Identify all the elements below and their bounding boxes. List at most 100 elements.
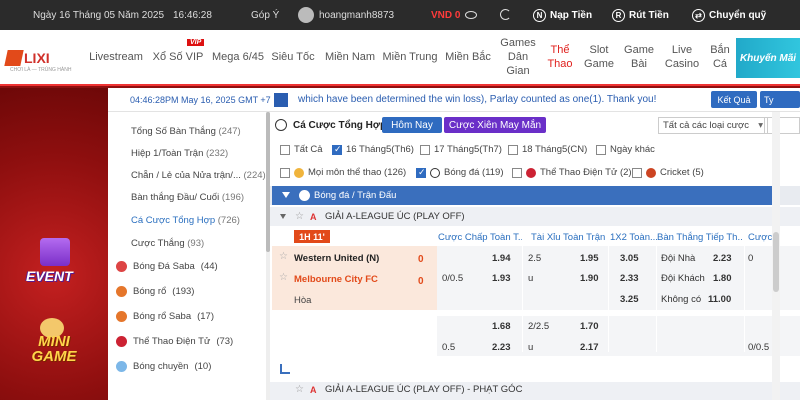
sport-item[interactable]: Bóng Đá Saba (44) <box>116 261 218 272</box>
collapse-icon[interactable] <box>280 214 286 219</box>
extra-button[interactable]: Ty <box>760 91 800 108</box>
star-icon[interactable]: ☆ <box>279 272 288 283</box>
divider <box>608 246 609 352</box>
extra-select[interactable] <box>764 117 800 134</box>
sport-filter-esports[interactable]: Thể Thao Điện Tử (2) <box>512 167 632 178</box>
lucky-parlay-button[interactable]: Cược Xiên May Mắn <box>444 117 546 133</box>
checkbox[interactable] <box>280 167 290 178</box>
menu-sub-item[interactable]: Hiệp 1/Toàn Trận (232) <box>131 148 228 159</box>
sport-item[interactable]: Bóng rổ Saba (17) <box>116 311 214 322</box>
announcement-text: which have been determined the win loss)… <box>298 94 657 105</box>
col-over-under: Tài Xỉu Toàn Trận <box>531 231 606 243</box>
sport-count: (10) <box>194 361 212 372</box>
star-icon[interactable]: ☆ <box>295 384 304 395</box>
nav-the-thao[interactable]: Thể Thao <box>544 30 576 86</box>
odds-value[interactable]: 3.25 <box>620 294 639 305</box>
nav-ban-ca[interactable]: Bắn Cá <box>706 30 734 86</box>
sport-filter-all[interactable]: Mọi môn thể thao (126) <box>280 167 406 178</box>
filter-label: Ngày khác <box>610 144 655 155</box>
refresh-icon[interactable] <box>500 9 511 20</box>
bet-type-select[interactable]: Tất cả các loại cược <box>658 117 768 134</box>
user-account[interactable]: hoangmanh8873 <box>298 7 394 23</box>
nav-mien-trung[interactable]: Miền Trung <box>382 30 438 86</box>
odds-value[interactable]: 1.94 <box>492 253 511 264</box>
nav-sieu-toc[interactable]: Siêu Tốc <box>268 30 318 86</box>
nav-slot-game[interactable]: Slot Game <box>582 30 616 86</box>
odds-value[interactable]: 1.90 <box>580 273 599 284</box>
minigame-banner[interactable]: MINI GAME <box>16 318 92 368</box>
logo[interactable]: LIXI CHƠI LÀ — TRÚNG HÀNH <box>4 50 71 73</box>
transfer-button[interactable]: ⇄ Chuyển quỹ <box>692 8 766 22</box>
checkbox-checked[interactable] <box>416 167 426 178</box>
checkbox[interactable] <box>512 167 522 178</box>
promo-button[interactable]: Khuyến Mãi <box>736 38 800 78</box>
marquee-arrow-icon[interactable] <box>274 93 288 107</box>
checkbox[interactable] <box>632 167 642 178</box>
menu-sub-label: Cược Thắng <box>131 238 185 249</box>
odds-value[interactable]: 11.00 <box>708 294 731 305</box>
odds-value[interactable]: 1.70 <box>580 321 599 332</box>
menu-sub-item[interactable]: Cược Thắng (93) <box>131 238 204 249</box>
collapse-icon[interactable] <box>282 192 290 198</box>
home-team: Western United (N) <box>294 253 380 264</box>
col-1x2: 1X2 Toàn... <box>610 231 658 243</box>
odds-value[interactable]: 1.95 <box>580 253 599 264</box>
odds-value[interactable]: 1.93 <box>492 273 511 284</box>
nav-mega-645[interactable]: Mega 6/45 <box>210 30 266 86</box>
date-filter-other[interactable]: Ngày khác <box>596 144 655 155</box>
nav-live-casino[interactable]: Live Casino <box>662 30 702 86</box>
date-filter-17[interactable]: 17 Tháng5(Th7) <box>420 144 502 155</box>
scroll-thumb[interactable] <box>773 232 779 292</box>
event-banner[interactable]: EVENT <box>26 238 86 298</box>
menu-sub-count: (726) <box>217 215 240 226</box>
odds-value[interactable]: 2.23 <box>492 342 511 353</box>
eye-icon[interactable] <box>465 11 477 19</box>
deposit-button[interactable]: N Nạp Tiền <box>533 8 592 22</box>
sport-filter-soccer[interactable]: Bóng đá (119) <box>416 167 504 178</box>
odds-value[interactable]: 1.68 <box>492 321 511 332</box>
page-scrollbar[interactable] <box>772 112 780 400</box>
star-icon[interactable]: ☆ <box>279 251 288 262</box>
checkbox[interactable] <box>280 144 290 155</box>
date-filter-18[interactable]: 18 Tháng5(CN) <box>508 144 587 155</box>
odds-value[interactable]: 2.23 <box>713 253 732 264</box>
results-button[interactable]: Kết Quả <box>711 91 757 108</box>
odds-value[interactable]: 1.80 <box>713 273 732 284</box>
checkbox[interactable] <box>596 144 606 155</box>
match-footer <box>270 360 800 379</box>
star-icon[interactable]: ☆ <box>295 211 304 222</box>
stats-chart-icon[interactable] <box>280 364 290 374</box>
sport-header[interactable]: Bóng đá / Trận Đấu <box>272 186 772 205</box>
sport-item[interactable]: Thể Thao Điện Tử (73) <box>116 336 233 347</box>
nav-game-bai[interactable]: Game Bài <box>622 30 656 86</box>
menu-sub-item-active[interactable]: Cá Cược Tổng Hợp (726) <box>131 215 240 226</box>
menu-sub-item[interactable]: Bàn thắng Đầu/ Cuối (196) <box>131 192 244 203</box>
sport-label: Bóng rổ <box>133 286 167 297</box>
date-filter-16[interactable]: 16 Tháng5(Th6) <box>332 144 414 155</box>
menu-sub-item[interactable]: Tổng Số Bàn Thắng (247) <box>131 126 241 137</box>
menu-sub-count: (196) <box>221 192 245 203</box>
withdraw-button[interactable]: R Rút Tiền <box>612 8 669 22</box>
odds-value[interactable]: 2.17 <box>580 342 599 353</box>
sport-filter-cricket[interactable]: Cricket (5) <box>632 167 704 178</box>
sport-item[interactable]: Bóng chuyền (10) <box>116 361 211 372</box>
sport-header-label: Bóng đá / Trận Đấu <box>314 190 397 201</box>
league-row[interactable]: ☆ A GIẢI A-LEAGUE ÚC (PLAY OFF) - PHẠT G… <box>270 382 800 400</box>
league-row[interactable]: ☆ A GIẢI A-LEAGUE ÚC (PLAY OFF) <box>270 207 800 226</box>
menu-sub-item[interactable]: Chẵn / Lẻ của Nửa trận/... (224) <box>131 170 266 181</box>
live-time-badge: 1H 11' <box>294 230 330 243</box>
today-dropdown[interactable]: Hôm Nay <box>382 117 442 133</box>
nav-mien-nam[interactable]: Miền Nam <box>322 30 378 86</box>
menu-sub-count: (93) <box>187 238 205 249</box>
date-filter-all[interactable]: Tất Cả <box>280 144 323 155</box>
odds-value[interactable]: 3.05 <box>620 253 639 264</box>
odds-value[interactable]: 2.33 <box>620 273 639 284</box>
nav-mien-bac[interactable]: Miền Bắc <box>442 30 494 86</box>
checkbox-checked[interactable] <box>332 144 342 155</box>
sport-item[interactable]: Bóng rổ (193) <box>116 286 194 297</box>
checkbox[interactable] <box>420 144 430 155</box>
checkbox[interactable] <box>508 144 518 155</box>
nav-games-dan-gian[interactable]: Games Dân Gian <box>498 30 538 86</box>
feedback-link[interactable]: Góp Ý <box>251 10 279 21</box>
nav-livestream[interactable]: Livestream <box>88 30 144 86</box>
